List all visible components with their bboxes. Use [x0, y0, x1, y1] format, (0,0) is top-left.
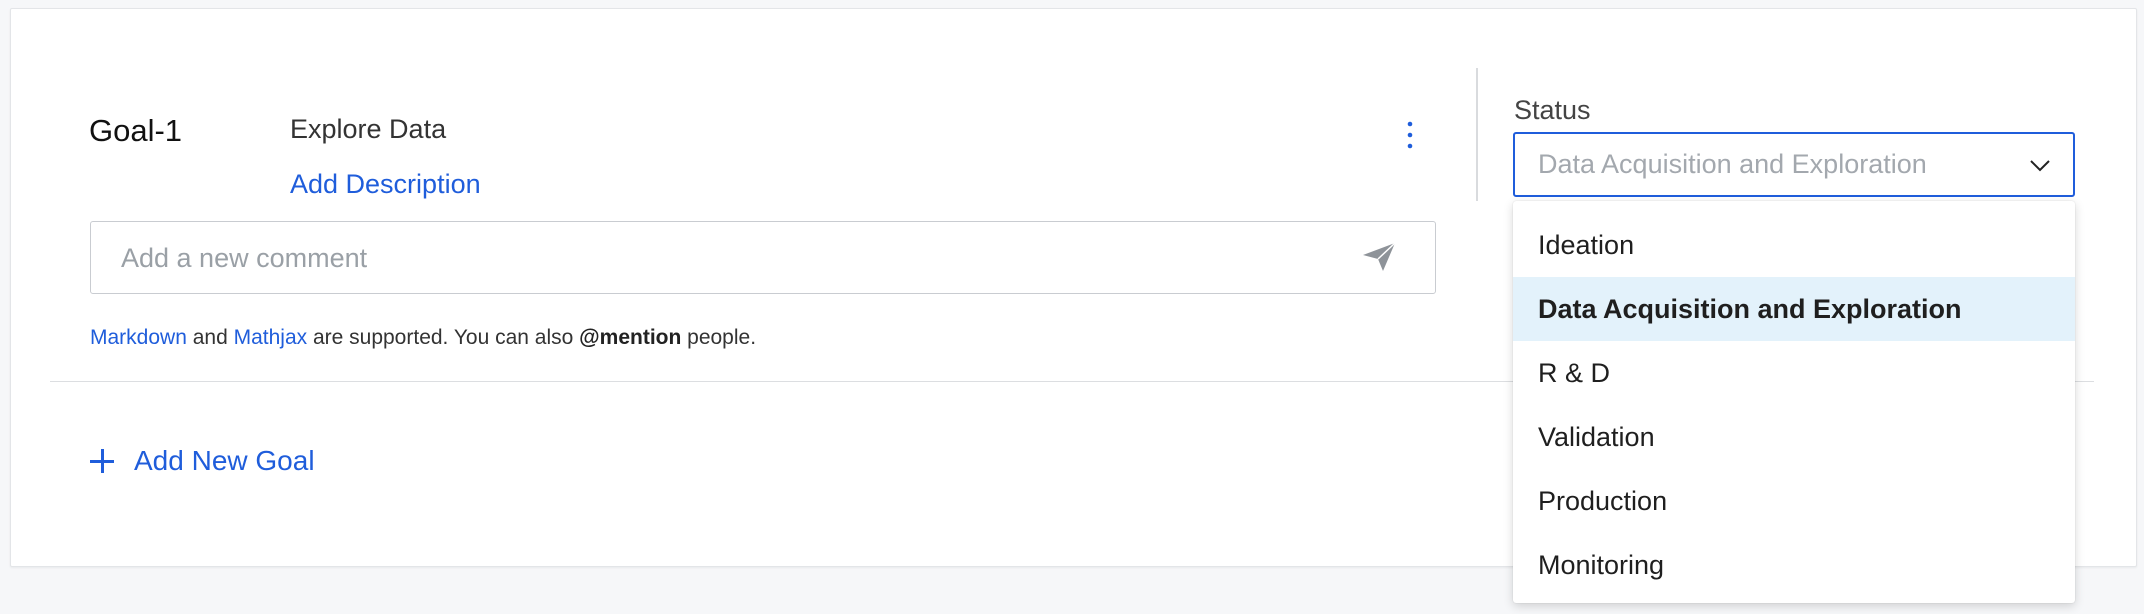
goal-title[interactable]: Explore Data: [290, 114, 446, 145]
status-option-monitoring[interactable]: Monitoring: [1513, 533, 2075, 597]
send-icon[interactable]: [1361, 241, 1397, 273]
helper-mention: @mention: [579, 326, 682, 349]
add-new-goal-button[interactable]: Add New Goal: [90, 445, 315, 477]
status-dropdown-menu: Ideation Data Acquisition and Exploratio…: [1513, 201, 2075, 603]
comment-input[interactable]: [119, 222, 1323, 294]
goal-label: Goal-1: [89, 113, 183, 148]
kebab-menu-icon[interactable]: [1398, 120, 1422, 150]
status-option-production[interactable]: Production: [1513, 469, 2075, 533]
status-option-data-acquisition[interactable]: Data Acquisition and Exploration: [1513, 277, 2075, 341]
status-option-validation[interactable]: Validation: [1513, 405, 2075, 469]
plus-icon: [90, 449, 114, 473]
markdown-link[interactable]: Markdown: [90, 326, 187, 349]
helper-middle: are supported. You can also: [307, 326, 580, 349]
comment-helper-text: Markdown and Mathjax are supported. You …: [90, 326, 756, 350]
chevron-down-icon: [2027, 152, 2053, 178]
add-new-goal-label: Add New Goal: [134, 445, 315, 476]
helper-end: people.: [681, 326, 757, 349]
helper-and: and: [186, 326, 234, 349]
status-label: Status: [1514, 95, 1591, 125]
comment-box: [90, 221, 1436, 294]
add-description-link[interactable]: Add Description: [290, 169, 481, 200]
status-option-r-and-d[interactable]: R & D: [1513, 341, 2075, 405]
status-select-value: Data Acquisition and Exploration: [1538, 149, 1927, 179]
mathjax-link[interactable]: Mathjax: [234, 326, 308, 349]
status-select[interactable]: Data Acquisition and Exploration: [1513, 132, 2075, 197]
status-option-ideation[interactable]: Ideation: [1513, 213, 2075, 277]
vertical-divider: [1476, 68, 1478, 201]
